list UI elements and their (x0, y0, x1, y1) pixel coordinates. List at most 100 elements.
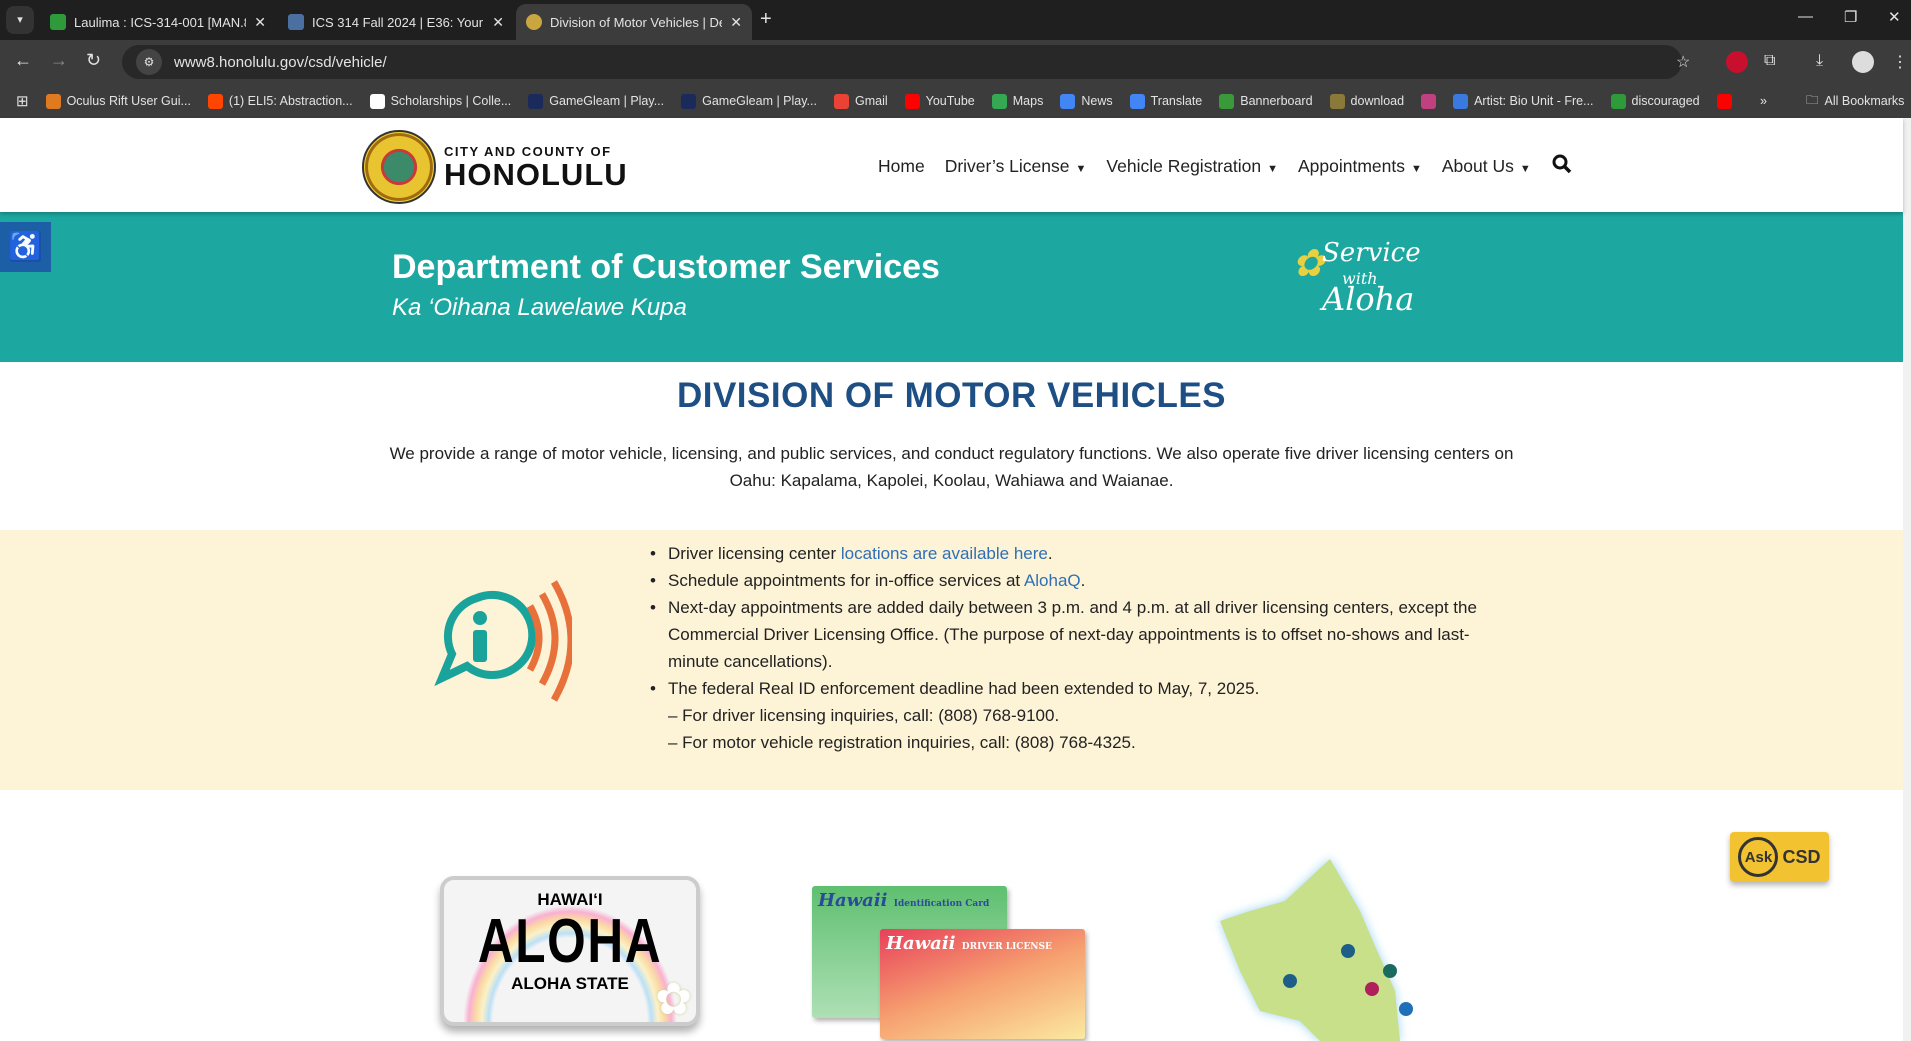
restore-icon[interactable]: ❐ (1844, 8, 1857, 26)
bookmark-label: GameGleam | Play... (702, 94, 817, 108)
download-icon[interactable]: ⤓ (1816, 52, 1823, 70)
bookmark-favicon-icon (1129, 93, 1145, 109)
bookmark-label: (1) ELI5: Abstraction... (228, 94, 353, 108)
bookmark-favicon-icon (369, 93, 385, 109)
tab-title: ICS 314 Fall 2024 | E36: Your Ch (312, 14, 485, 30)
browser-tab-bar: ▾ Laulima : ICS-314-001 [MAN.82 ✕ ICS 314… (0, 0, 1911, 40)
bookmark-item[interactable]: Bannerboard (1219, 93, 1313, 109)
bookmark-label: Maps (1012, 94, 1044, 108)
bookmark-item[interactable]: Gmail (833, 93, 888, 109)
ublock-extension-icon[interactable] (1726, 51, 1748, 73)
bookmark-item[interactable] (1421, 93, 1437, 109)
forward-icon[interactable]: → (50, 50, 68, 71)
url-text: www8.honolulu.gov/csd/vehicle/ (174, 53, 387, 71)
nav-appointments[interactable]: Appointments ▼ (1298, 156, 1422, 177)
nav-home[interactable]: Home (878, 156, 925, 177)
url-bar[interactable]: ⚙ www8.honolulu.gov/csd/vehicle/ (122, 45, 1682, 79)
bookmark-favicon-icon (991, 93, 1007, 109)
bookmark-favicon-icon (1219, 93, 1235, 109)
bookmark-star-icon[interactable]: ☆ (1676, 52, 1690, 72)
bookmark-item[interactable]: Translate (1129, 93, 1202, 109)
page-title: DIVISION OF MOTOR VEHICLES (676, 376, 1227, 415)
phone-line-registration: – For motor vehicle registration inquiri… (668, 733, 1136, 752)
apps-grid-icon[interactable]: ⊞ (16, 92, 29, 110)
bookmark-item[interactable]: Scholarships | Colle... (369, 93, 511, 109)
oahu-locations-map[interactable] (1210, 851, 1450, 1041)
site-logo[interactable]: CITY AND COUNTY OF HONOLULU (362, 130, 628, 204)
location-pin-icon (1399, 1002, 1413, 1016)
all-bookmarks-label: All Bookmarks (1824, 94, 1905, 108)
accessibility-icon: ♿ (8, 231, 43, 262)
close-window-icon[interactable]: ✕ (1888, 8, 1901, 26)
bookmark-item[interactable]: YouTube (904, 93, 975, 109)
site-header: CITY AND COUNTY OF HONOLULU Home Driver’s… (0, 118, 1903, 212)
folder-icon: 🗀 (1806, 92, 1819, 107)
card-title: Hawaii (818, 890, 888, 911)
address-bar-row: ← → ↻ ⚙ www8.honolulu.gov/csd/vehicle/ ☆ … (0, 40, 1911, 84)
bookmark-item[interactable]: (1) ELI5: Abstraction... (207, 93, 353, 109)
more-bookmarks-icon[interactable]: » (1760, 94, 1767, 108)
location-pin-icon (1283, 974, 1297, 988)
bookmark-favicon-icon (1421, 93, 1437, 109)
department-title: Department of Customer Services (392, 248, 940, 286)
bookmark-label: discouraged (1631, 94, 1700, 108)
search-icon[interactable] (1552, 154, 1572, 174)
city-seal-logo (362, 130, 436, 204)
back-icon[interactable]: ← (14, 50, 32, 71)
bookmark-item[interactable]: discouraged (1610, 93, 1700, 109)
list-item: The federal Real ID enforcement deadline… (650, 675, 1488, 702)
favicon-icon (288, 14, 304, 30)
bookmark-item[interactable]: Oculus Rift User Gui... (45, 93, 191, 109)
tab-title: Laulima : ICS-314-001 [MAN.82 (74, 14, 247, 30)
tab-search-button[interactable]: ▾ (6, 6, 34, 34)
intro-text: We provide a range of motor vehicle, lic… (389, 444, 1514, 490)
all-bookmarks-button[interactable]: 🗀 All Bookmarks (1806, 91, 1904, 112)
bookmark-favicon-icon (681, 93, 697, 109)
bookmark-item[interactable] (1716, 93, 1732, 109)
profile-avatar[interactable] (1852, 51, 1874, 73)
card-sub: Identification Card (893, 899, 990, 909)
bookmarks-bar: ⊞ Oculus Rift User Gui... (1) ELI5: Abstr… (0, 84, 1911, 118)
ask-csd-chat-button[interactable]: Ask CSD (1730, 832, 1829, 882)
favicon-icon (526, 14, 542, 30)
text: Driver licensing center (668, 544, 841, 563)
nav-about-us[interactable]: About Us ▼ (1442, 156, 1531, 177)
menu-icon[interactable]: ⋮ (1892, 52, 1908, 72)
browser-tab[interactable]: ICS 314 Fall 2024 | E36: Your Ch ✕ (278, 4, 514, 40)
bookmark-label: Artist: Bio Unit - Fre... (1474, 94, 1594, 108)
bookmark-favicon-icon (833, 93, 849, 109)
caret-down-icon: ▼ (1267, 163, 1278, 175)
browser-tab-active[interactable]: Division of Motor Vehicles | Dep ✕ (516, 4, 752, 40)
bookmark-item[interactable]: Maps (991, 93, 1044, 109)
nav-vehicle-registration[interactable]: Vehicle Registration ▼ (1106, 156, 1278, 177)
reload-icon[interactable]: ↻ (86, 50, 101, 71)
browser-tab[interactable]: Laulima : ICS-314-001 [MAN.82 ✕ (40, 4, 276, 40)
notice-section: Driver licensing center locations are av… (0, 530, 1903, 790)
bookmark-item[interactable]: download (1329, 93, 1404, 109)
card-title: Hawaii (886, 933, 956, 954)
logo-line2: HONOLULU (444, 156, 628, 192)
plate-main-text: ALOHA (477, 907, 663, 976)
bookmark-item[interactable]: GameGleam | Play... (528, 93, 664, 109)
service-with-aloha-logo: ✿ Service with Aloha (1292, 240, 1422, 330)
drivers-license-image[interactable]: Hawaii DRIVER LICENSE (880, 929, 1085, 1039)
location-pin-icon (1365, 982, 1379, 996)
bookmark-item[interactable]: Artist: Bio Unit - Fre... (1453, 93, 1594, 109)
alohaq-link[interactable]: AlohaQ (1024, 571, 1081, 590)
locations-link[interactable]: locations are available here (841, 544, 1048, 563)
list-item: Next-day appointments are added daily be… (650, 594, 1488, 675)
minimize-icon[interactable]: — (1798, 8, 1813, 25)
license-plate-card[interactable]: HAWAI‘I ALOHA ALOHA STATE ✿ (440, 876, 700, 1026)
extensions-icon[interactable]: ⧉ (1764, 52, 1775, 70)
nav-drivers-license[interactable]: Driver’s License ▼ (945, 156, 1087, 177)
close-tab-icon[interactable]: ✕ (730, 14, 742, 31)
accessibility-button[interactable]: ♿ (0, 222, 51, 272)
bookmark-item[interactable]: News (1060, 93, 1113, 109)
close-tab-icon[interactable]: ✕ (492, 14, 504, 31)
bookmark-item[interactable]: GameGleam | Play... (681, 93, 817, 109)
site-info-icon[interactable]: ⚙ (136, 49, 162, 75)
tab-title: Division of Motor Vehicles | Dep (550, 14, 723, 30)
close-tab-icon[interactable]: ✕ (254, 14, 266, 31)
new-tab-button[interactable]: + (760, 8, 772, 31)
page-scrollbar[interactable] (1903, 118, 1911, 1041)
